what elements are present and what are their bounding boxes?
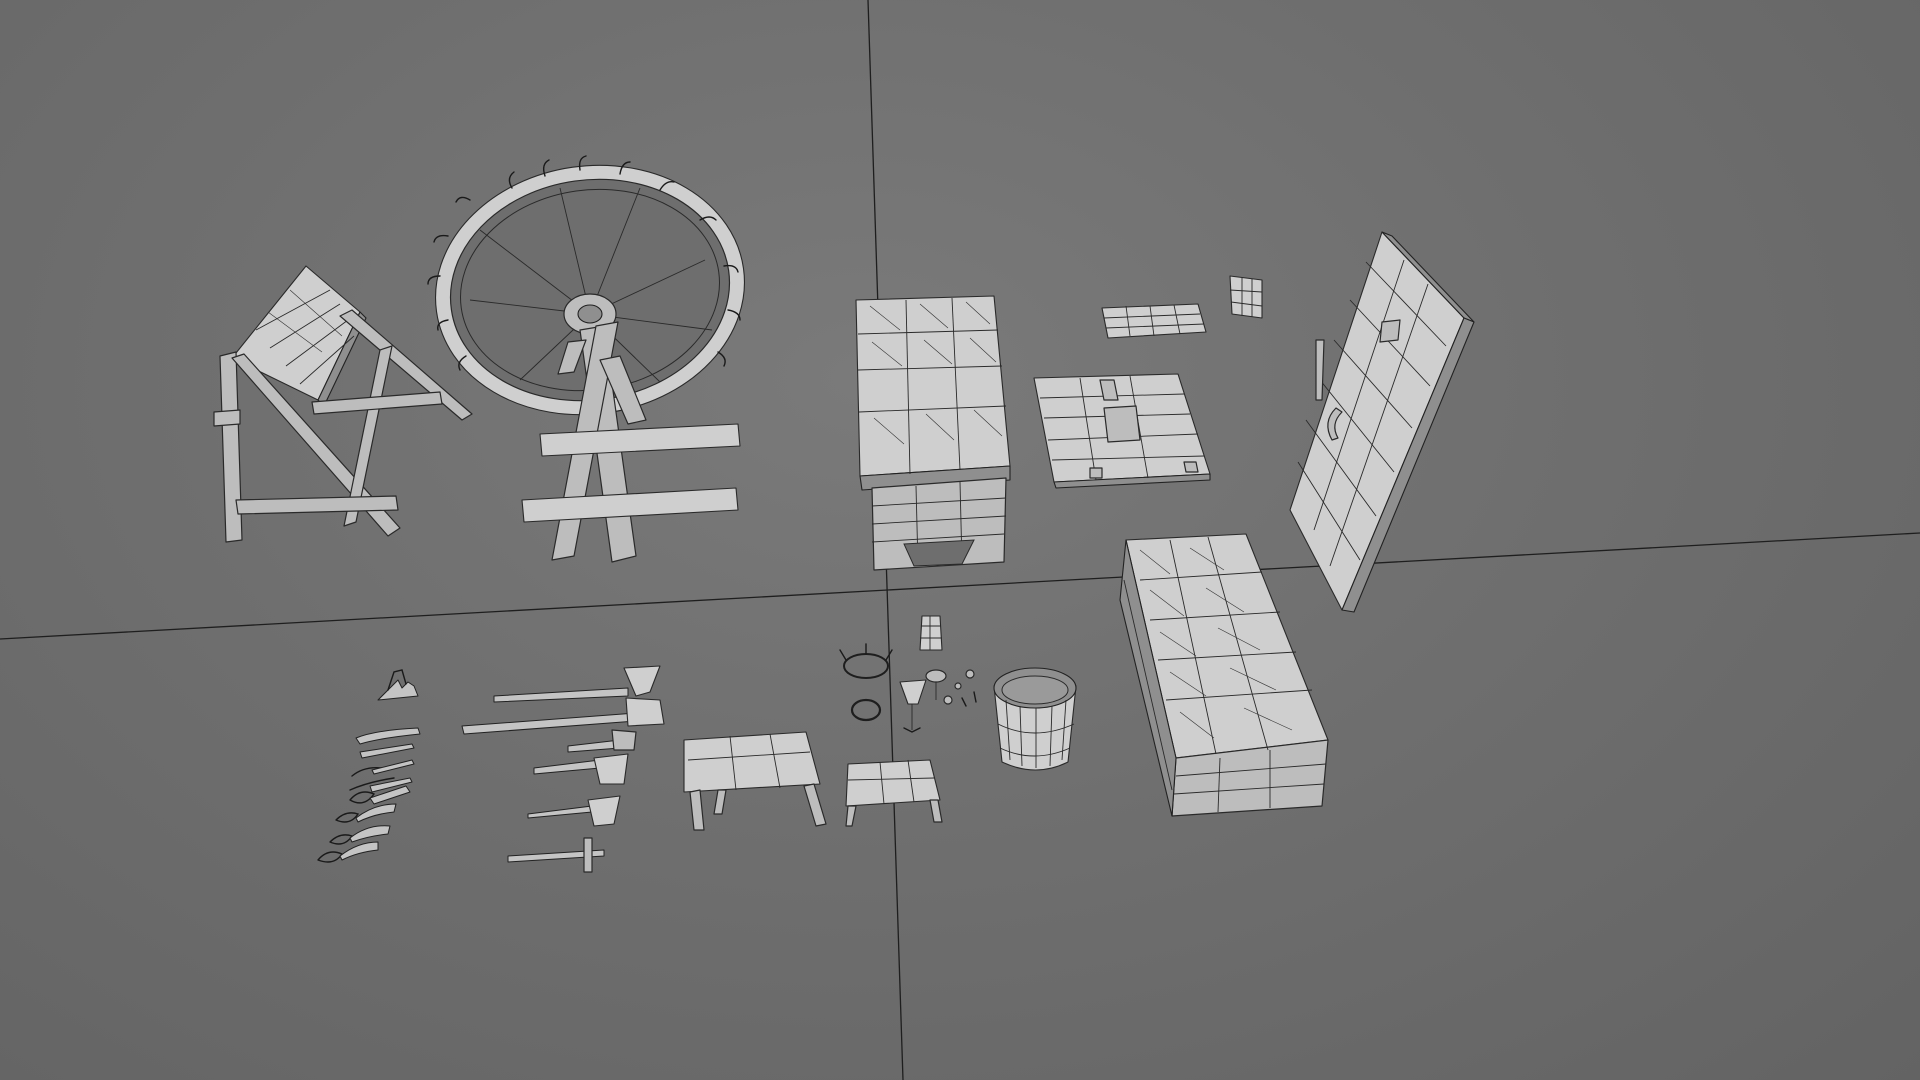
lantern-mesh[interactable] — [919, 615, 943, 651]
small-bench-mesh[interactable] — [683, 731, 827, 831]
iron-ring-top[interactable] — [839, 643, 893, 679]
wooden-bucket-mesh[interactable] — [993, 667, 1077, 771]
weapons-set[interactable] — [461, 665, 665, 873]
viewport-canvas[interactable] — [0, 0, 1920, 1080]
small-props[interactable] — [943, 669, 977, 707]
spinning-wheel-mesh[interactable] — [419, 146, 760, 563]
3d-viewport[interactable] — [0, 0, 1920, 1080]
floor-hatch-mesh[interactable] — [1033, 373, 1211, 489]
workbench-table-mesh[interactable] — [855, 295, 1011, 571]
wooden-door-mesh[interactable] — [1289, 231, 1475, 613]
iron-ring-bottom[interactable] — [850, 698, 882, 722]
candle-holder-mesh[interactable] — [899, 669, 947, 733]
stool-frame-mesh[interactable] — [213, 265, 473, 543]
storage-chest-mesh[interactable] — [1119, 533, 1329, 817]
hand-tools-set[interactable] — [317, 669, 421, 863]
small-cube-mesh[interactable] — [1229, 275, 1263, 319]
small-board-mesh[interactable] — [1101, 303, 1207, 339]
